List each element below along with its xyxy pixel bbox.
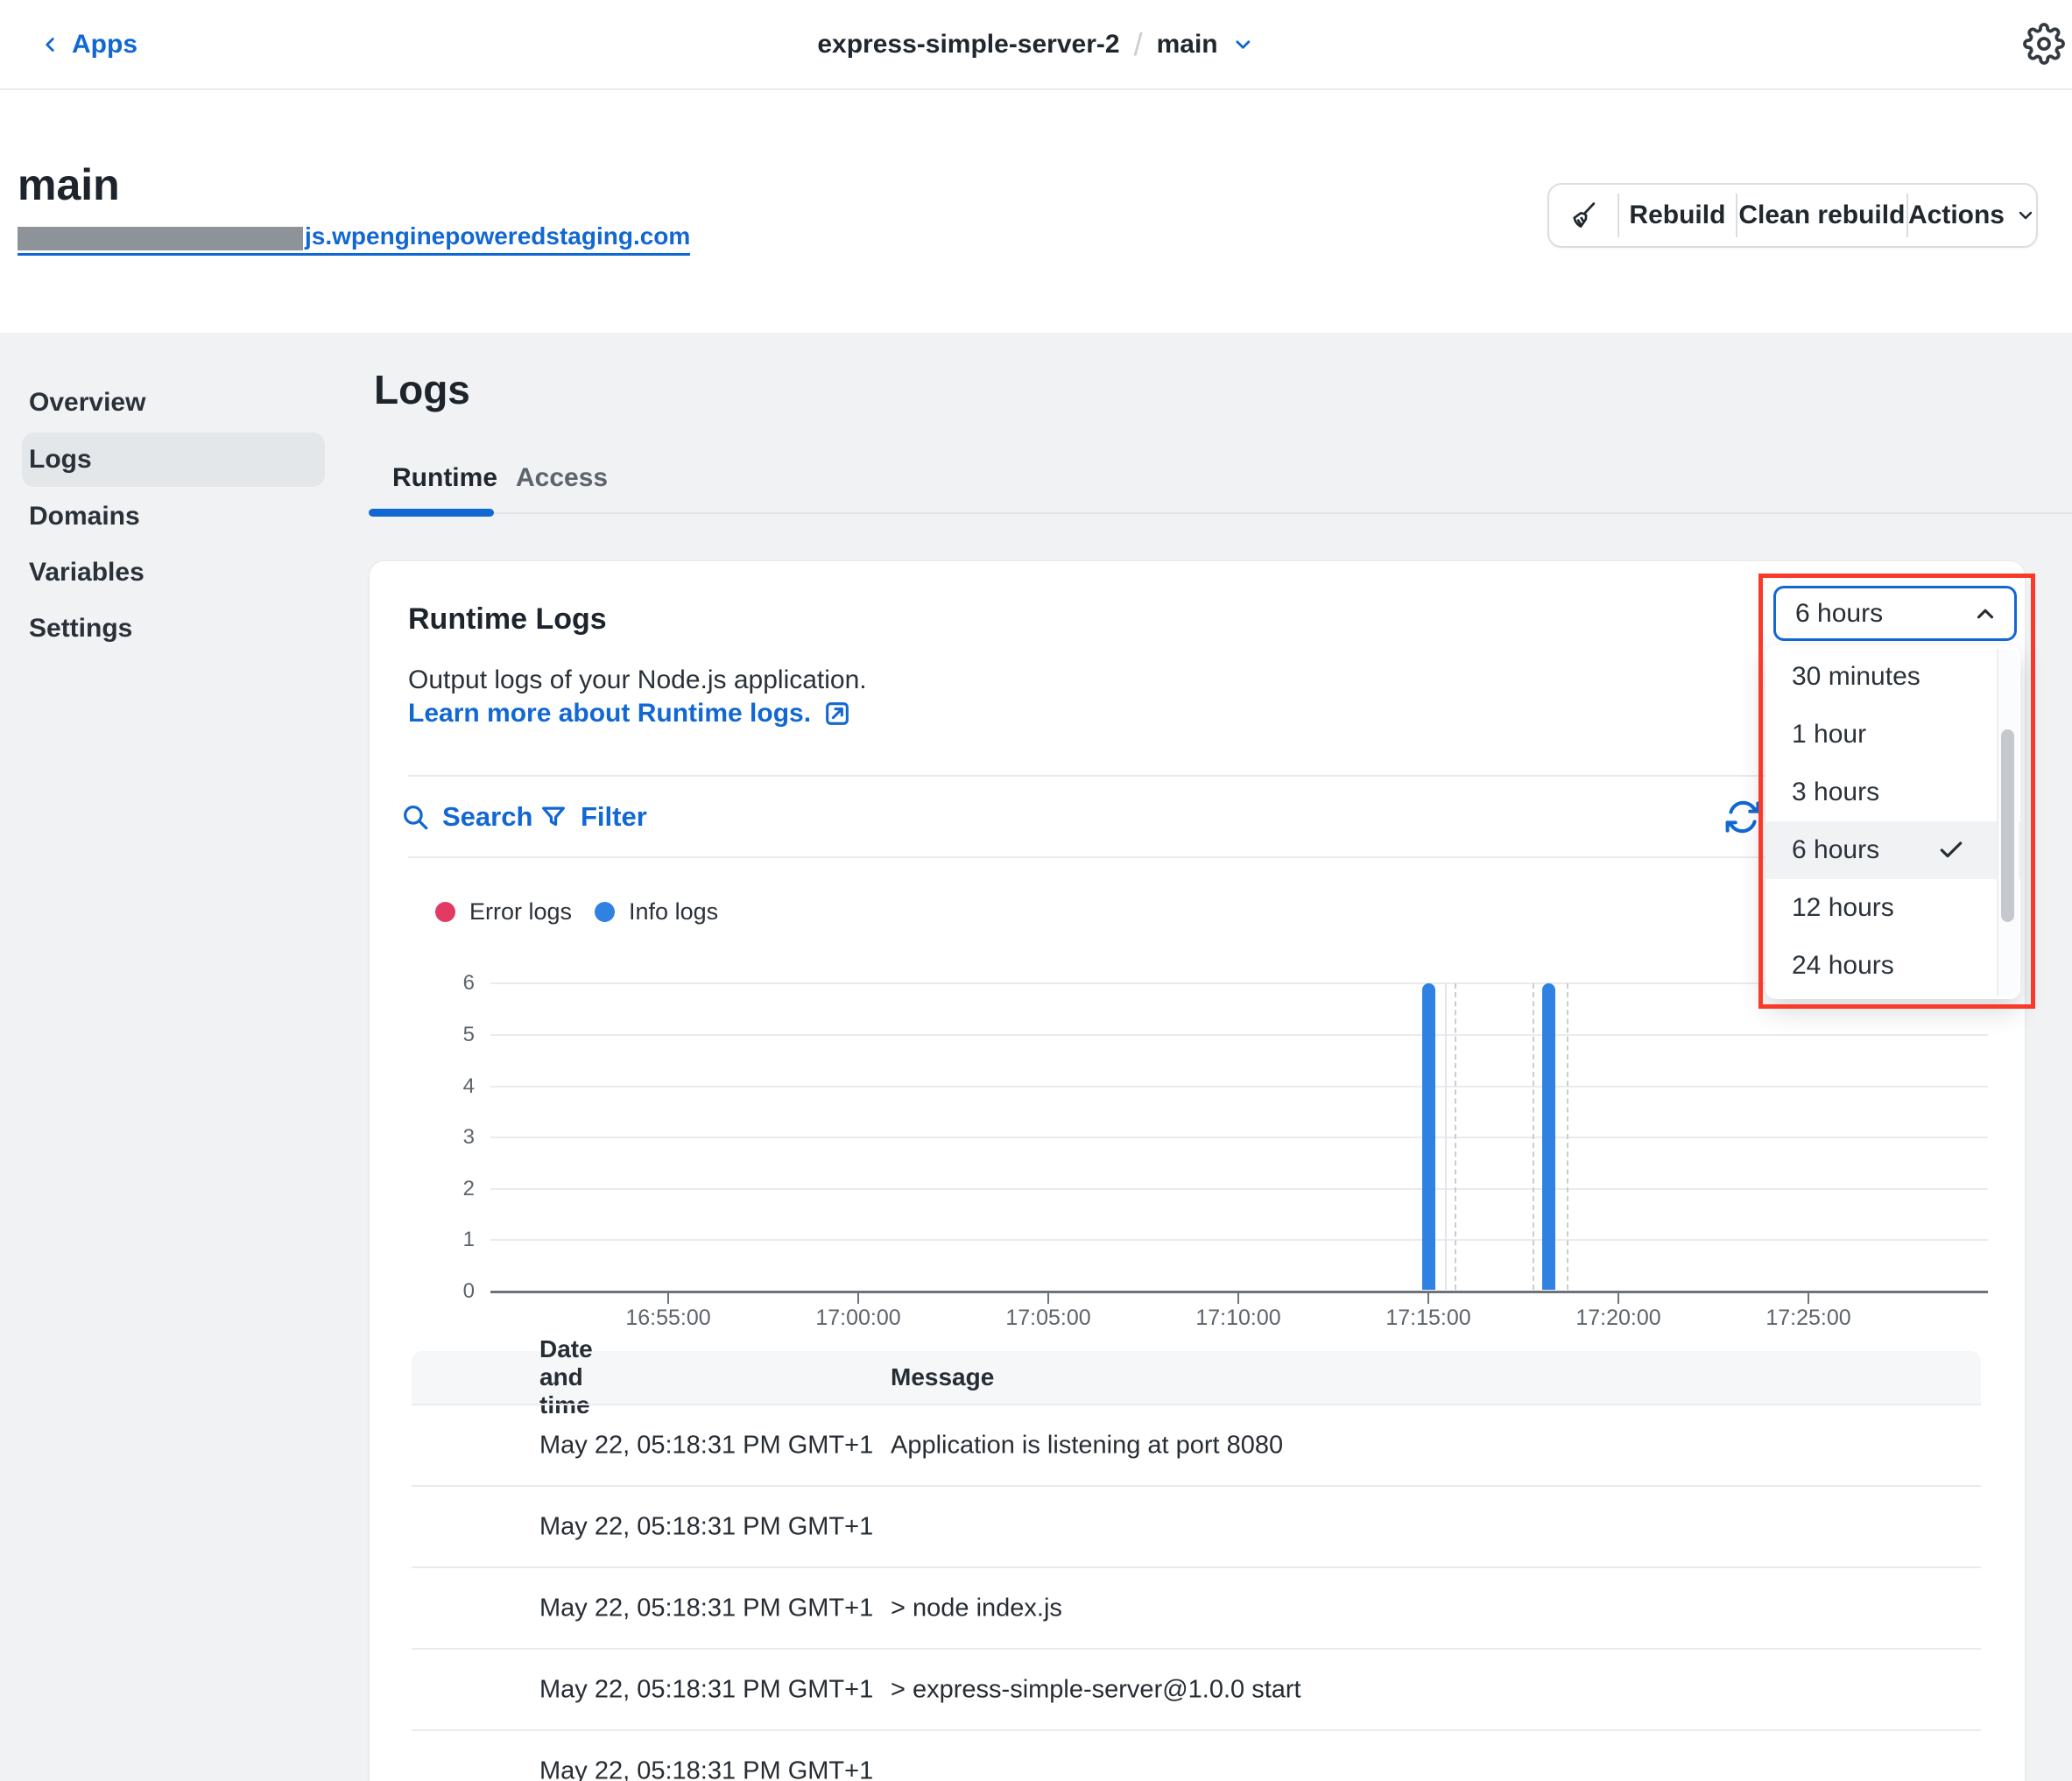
filter-funnel-icon [539, 802, 568, 832]
time-option-label: 1 hour [1792, 720, 1866, 750]
sidebar-item-overview[interactable]: Overview [22, 376, 325, 430]
chevron-up-icon [1972, 601, 1998, 627]
tab-runtime[interactable]: Runtime [392, 455, 497, 501]
table-header-row: Date and time↓ Message [412, 1351, 1981, 1404]
log-date: May 22, 05:18:31 PM GMT+1 [539, 1431, 873, 1460]
table-row[interactable]: May 22, 05:18:31 PM GMT+1 [412, 1485, 1981, 1566]
legend-label: Error logs [469, 898, 572, 926]
table-row[interactable]: May 22, 05:18:31 PM GMT+1 > express-simp… [412, 1648, 1981, 1729]
table-row[interactable]: May 22, 05:18:31 PM GMT+1 Application is… [412, 1404, 1981, 1485]
sidebar-item-domains[interactable]: Domains [22, 489, 325, 544]
environment-title: main [18, 159, 120, 210]
legend-label: Info logs [629, 898, 718, 926]
tab-access[interactable]: Access [516, 455, 608, 501]
time-option-12-hours[interactable]: 12 hours [1765, 879, 2020, 937]
runtime-logs-description: Output logs of your Node.js application. [408, 665, 867, 695]
breadcrumb-separator: / [1134, 26, 1143, 63]
time-range-menu: 30 minutes 1 hour 3 hours 6 hours 12 hou… [1765, 645, 2020, 999]
sidebar-item-label: Variables [29, 558, 144, 588]
environment-action-buttons: Rebuild Clean rebuild Actions [1547, 183, 2038, 248]
environment-url-text: js.wpenginepoweredstaging.com [305, 222, 690, 250]
log-date: May 22, 05:18:31 PM GMT+1 [539, 1594, 873, 1623]
settings-gear-icon[interactable] [2023, 23, 2065, 65]
filter-label: Filter [581, 801, 647, 833]
chart-legend: Error logs Info logs [435, 898, 718, 926]
breadcrumb-branch[interactable]: main [1157, 30, 1218, 60]
runtime-logs-table: Date and time↓ Message May 22, 05:18:31 … [412, 1351, 1981, 1781]
app-root: Apps express-simple-server-2 / main main… [0, 0, 2072, 1781]
search-label: Search [442, 801, 532, 833]
top-bar: Apps express-simple-server-2 / main [0, 0, 2072, 90]
table-row[interactable]: May 22, 05:18:31 PM GMT+1 > node index.j… [412, 1566, 1981, 1648]
time-option-24-hours[interactable]: 24 hours [1765, 937, 2020, 995]
time-option-label: 3 hours [1792, 778, 1879, 807]
tabs-divider [369, 512, 2072, 514]
legend-item-error-logs: Error logs [435, 898, 572, 926]
sidebar-item-label: Domains [29, 502, 140, 531]
log-date: May 22, 05:18:31 PM GMT+1 [539, 1675, 873, 1704]
log-message: > express-simple-server@1.0.0 start [891, 1675, 1301, 1704]
filter-logs-button[interactable]: Filter [539, 801, 647, 833]
time-option-label: 6 hours [1792, 835, 1879, 865]
info-logs-dot-icon [595, 902, 615, 922]
time-option-label: 12 hours [1792, 893, 1894, 923]
clean-cache-button[interactable] [1549, 185, 1617, 246]
log-message: > node index.js [891, 1594, 1062, 1623]
time-option-label: 24 hours [1792, 951, 1894, 981]
sidebar-item-settings[interactable]: Settings [22, 602, 325, 656]
environment-url-link[interactable]: js.wpenginepoweredstaging.com [18, 222, 690, 256]
legend-item-info-logs: Info logs [595, 898, 718, 926]
card-divider [408, 775, 1984, 777]
time-option-30-minutes[interactable]: 30 minutes [1765, 648, 2020, 706]
rebuild-button[interactable]: Rebuild [1619, 185, 1736, 246]
learn-more-label: Learn more about Runtime logs. [408, 699, 811, 729]
page-title: Logs [374, 366, 470, 413]
error-logs-dot-icon [435, 902, 455, 922]
back-to-apps-link[interactable]: Apps [39, 0, 137, 88]
actions-label: Actions [1908, 201, 2005, 230]
runtime-logs-heading: Runtime Logs [408, 602, 607, 637]
time-option-label: 30 minutes [1792, 662, 1920, 692]
actions-menu-button[interactable]: Actions [1908, 185, 2036, 246]
sort-descending-icon: ↓ [550, 1363, 562, 1391]
learn-more-link[interactable]: Learn more about Runtime logs. [408, 699, 851, 729]
time-range-select[interactable]: 6 hours [1773, 586, 2017, 641]
time-range-value: 6 hours [1795, 599, 1972, 629]
back-to-apps-label: Apps [72, 30, 137, 60]
sidebar-item-logs[interactable]: Logs [22, 433, 325, 487]
external-link-icon [823, 700, 851, 728]
table-row[interactable]: May 22, 05:18:31 PM GMT+1 [412, 1729, 1981, 1781]
broom-icon [1567, 199, 1600, 232]
chevron-left-icon [39, 33, 61, 56]
sidebar-item-label: Settings [29, 614, 132, 644]
breadcrumb-app-name[interactable]: express-simple-server-2 [817, 30, 1119, 60]
refresh-icon[interactable] [1723, 798, 1762, 836]
menu-scrollbar-thumb[interactable] [2001, 729, 2014, 922]
breadcrumb: express-simple-server-2 / main [817, 0, 1254, 88]
search-icon [400, 802, 430, 832]
chevron-down-icon[interactable] [1232, 33, 1255, 56]
redacted-url-overlay [18, 227, 303, 250]
active-tab-underline [369, 509, 494, 517]
card-divider [408, 856, 1984, 858]
log-date: May 22, 05:18:31 PM GMT+1 [539, 1756, 873, 1781]
check-icon [1937, 836, 1965, 864]
chevron-down-icon [2015, 205, 2036, 226]
sidebar-item-label: Logs [29, 445, 92, 475]
sidebar-item-label: Overview [29, 388, 145, 418]
time-option-1-hour[interactable]: 1 hour [1765, 706, 2020, 764]
log-date: May 22, 05:18:31 PM GMT+1 [539, 1512, 873, 1541]
column-header-message: Message [891, 1363, 994, 1391]
sidebar-item-variables[interactable]: Variables [22, 546, 325, 600]
log-message: Application is listening at port 8080 [891, 1431, 1283, 1460]
time-option-3-hours[interactable]: 3 hours [1765, 764, 2020, 821]
time-option-6-hours[interactable]: 6 hours [1765, 821, 2020, 879]
search-logs-button[interactable]: Search [400, 801, 532, 833]
clean-rebuild-button[interactable]: Clean rebuild [1737, 185, 1906, 246]
